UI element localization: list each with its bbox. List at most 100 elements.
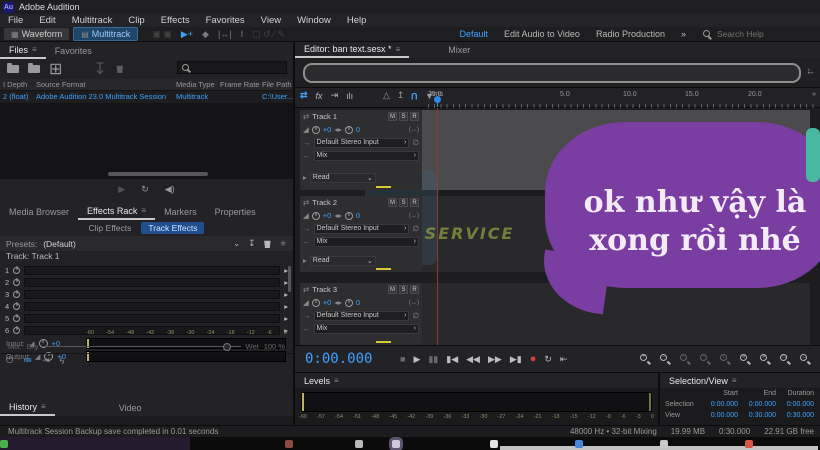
track-output-select[interactable]: Mix › (314, 237, 420, 247)
mute-button[interactable]: M (388, 112, 397, 121)
track-input-select[interactable]: Default Stereo Input › (314, 138, 410, 148)
playhead-marker[interactable] (434, 96, 441, 103)
preset-dropdown-icon[interactable]: ⌄ (233, 238, 240, 249)
zoom-in-point-icon[interactable]: « (739, 353, 752, 366)
zoom-navigator-range[interactable] (303, 63, 801, 83)
track-name[interactable]: Track 2 (312, 198, 337, 207)
column-header[interactable]: I Depth (3, 80, 27, 89)
taskbar-icon-1[interactable] (285, 440, 293, 448)
track-drag-icon[interactable]: ⇄ (303, 285, 309, 294)
multitrack-view-button[interactable]: ▤ Multitrack (73, 27, 138, 41)
zoom-in-amplitude-icon[interactable]: ~ (679, 353, 692, 366)
taskbar-icon-3[interactable] (392, 440, 400, 448)
record-arm-button[interactable]: R (410, 285, 419, 294)
mute-button[interactable]: M (388, 285, 397, 294)
menu-item[interactable]: Effects (153, 15, 198, 26)
clip-effects-tab[interactable]: Clip Effects (89, 223, 132, 233)
save-preset-icon[interactable]: ↧ (248, 238, 255, 249)
automation-lane-handle[interactable] (376, 268, 391, 270)
tab-files[interactable]: Files ≡ (0, 42, 46, 59)
volume-value[interactable]: +0 (323, 125, 332, 134)
snap-magnet-icon[interactable]: U (411, 91, 418, 101)
track-drag-icon[interactable]: ⇄ (303, 112, 309, 121)
tab-properties[interactable]: Properties (206, 203, 265, 220)
selection-start-value[interactable]: 0:00.000 (700, 401, 738, 408)
loop-playback-button[interactable]: ↻ (544, 354, 552, 365)
workspace-radio-production-button[interactable]: Radio Production (596, 29, 665, 39)
zoom-reset-icon[interactable]: ↕ (719, 353, 732, 366)
record-arm-button[interactable]: R (410, 112, 419, 121)
zoom-full-icon[interactable]: ↔ (799, 353, 812, 366)
menu-item[interactable]: Edit (31, 15, 63, 26)
skip-back-button[interactable]: ⇤ (560, 354, 568, 365)
no-monitor-icon[interactable]: ∅ (412, 224, 419, 233)
tab-history[interactable]: History ≡ (0, 399, 55, 416)
pan-value[interactable]: 0 (356, 298, 360, 307)
sends-icon[interactable]: (↔) (409, 127, 419, 133)
mute-button[interactable]: M (388, 198, 397, 207)
column-header[interactable]: Media Type (176, 80, 215, 89)
effect-slot[interactable]: 5 ▸ (0, 312, 293, 324)
workspace-edit-audio-video-button[interactable]: Edit Audio to Video (504, 29, 580, 39)
automation-mode-select[interactable]: Read ⌄ (310, 173, 376, 183)
automation-expand-icon[interactable]: ▸ (303, 256, 307, 265)
taskbar-icon-4[interactable] (490, 440, 498, 448)
slot-power-icon[interactable] (13, 327, 20, 334)
panel-menu-icon[interactable]: ≡ (141, 206, 146, 215)
pan-knob[interactable] (345, 126, 353, 134)
column-header[interactable]: File Path (262, 80, 292, 89)
timeline-ruler[interactable]: hms » 5.010.015.020.025.0 (428, 88, 818, 108)
automation-expand-icon[interactable]: ▸ (303, 173, 307, 182)
metering-icon[interactable]: ılı (346, 91, 353, 101)
volume-value[interactable]: +0 (323, 298, 332, 307)
stop-button[interactable]: ■ (400, 354, 405, 364)
record-button[interactable]: ● (530, 353, 537, 365)
tab-mixer[interactable]: Mixer (439, 42, 479, 58)
track-3-lane[interactable] (422, 283, 810, 345)
playhead-line[interactable] (437, 108, 438, 345)
slot-power-icon[interactable] (13, 315, 20, 322)
view-duration-value[interactable]: 0:30.000 (776, 412, 814, 419)
panel-menu-icon[interactable]: ≡ (334, 376, 339, 385)
slot-field[interactable] (24, 302, 280, 311)
tab-favorites[interactable]: Favorites (46, 42, 101, 59)
skip-to-end-button[interactable]: ▶▮ (510, 354, 522, 365)
panel-menu-icon[interactable]: ≡ (732, 376, 737, 385)
play-button[interactable]: ▶ (413, 354, 420, 365)
track-input-select[interactable]: Default Stereo Input › (314, 311, 410, 321)
volume-knob[interactable] (312, 126, 320, 134)
workspace-overflow-button[interactable]: » (681, 29, 686, 39)
menu-item[interactable]: Help (339, 15, 375, 26)
taskbar-icon-5[interactable] (575, 440, 583, 448)
menu-item[interactable]: Multitrack (64, 15, 121, 26)
preview-loop-icon[interactable]: ↻ (141, 184, 149, 195)
rewind-button[interactable]: ◀◀ (466, 354, 480, 365)
solo-button[interactable]: S (399, 285, 408, 294)
skip-to-start-button[interactable]: ▮◀ (446, 354, 458, 365)
search-help-box[interactable] (702, 29, 820, 39)
solo-button[interactable]: S (399, 198, 408, 207)
pan-value[interactable]: 0 (356, 125, 360, 134)
fx-icon[interactable]: fx (316, 91, 323, 101)
tab-media-browser[interactable]: Media Browser (0, 203, 78, 220)
volume-value[interactable]: +0 (323, 211, 332, 220)
taskbar-icon-7[interactable] (745, 440, 753, 448)
slot-field[interactable] (24, 290, 280, 299)
routing-icon[interactable]: ⇥ (331, 90, 339, 101)
track-effects-tab[interactable]: Track Effects (141, 222, 204, 234)
selection-tool-icon[interactable]: I (241, 29, 244, 40)
preview-autoplay-icon[interactable]: ◀) (165, 184, 175, 195)
selection-end-value[interactable]: 0:00.000 (738, 401, 776, 408)
column-header[interactable]: Frame Rate (220, 80, 260, 89)
track-drag-icon[interactable]: ⇄ (303, 198, 309, 207)
zoom-selection-icon[interactable]: ▭ (779, 353, 792, 366)
preset-value[interactable]: (Default) (43, 239, 76, 249)
pan-knob[interactable] (345, 212, 353, 220)
automation-mode-select[interactable]: Read ⌄ (310, 256, 376, 266)
effect-slot[interactable]: 2 ▸ (0, 276, 293, 288)
automation-lane-handle[interactable] (376, 186, 391, 188)
new-item-icon[interactable]: ⊞ (49, 59, 62, 79)
effect-slot[interactable]: 3 ▸ (0, 288, 293, 300)
slot-field[interactable] (24, 314, 280, 323)
track-name[interactable]: Track 1 (312, 112, 337, 121)
